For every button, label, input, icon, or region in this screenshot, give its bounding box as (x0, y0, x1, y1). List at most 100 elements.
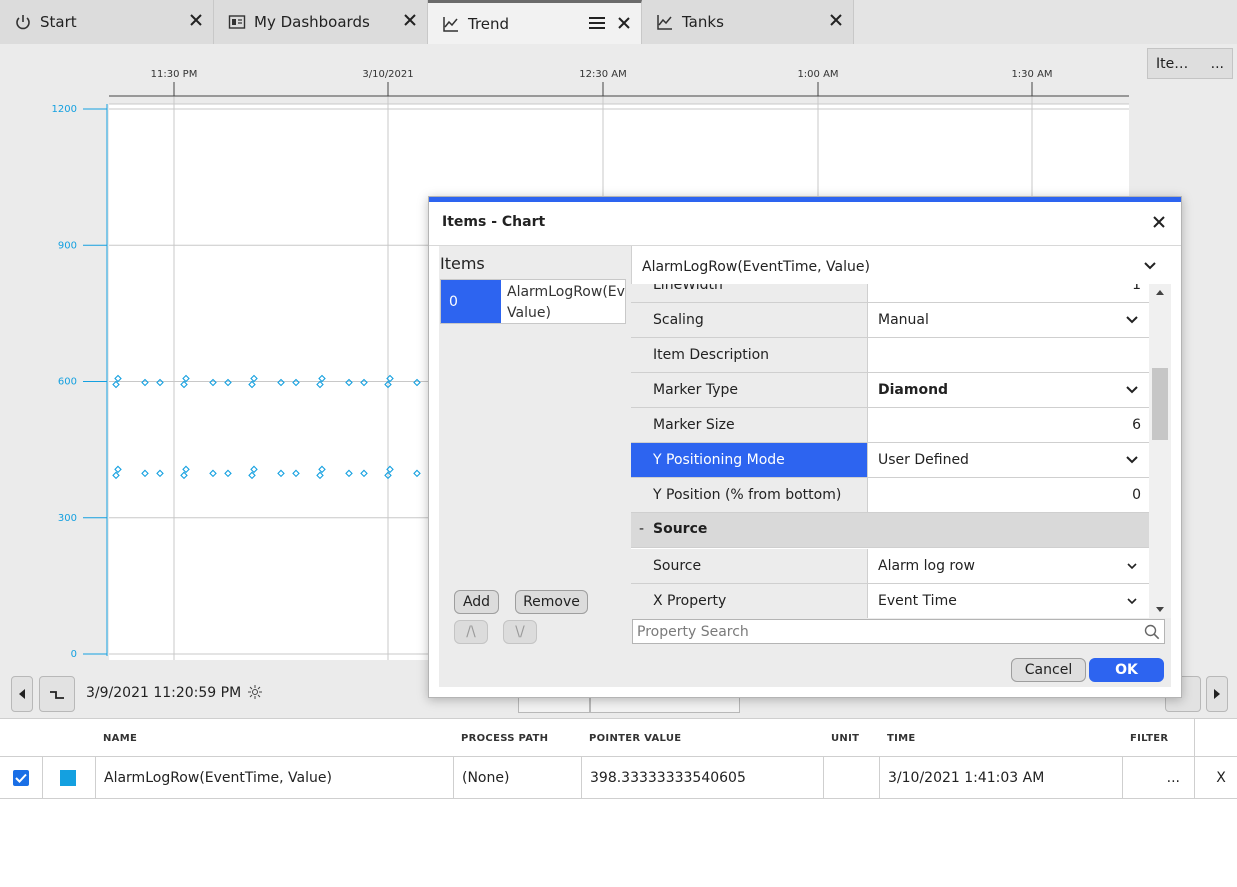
property-name: LineWidth (631, 284, 868, 302)
property-row[interactable]: X Property Event Time (631, 584, 1149, 618)
y-tick-label: 0 (71, 649, 77, 660)
col-unit[interactable]: UNIT (831, 733, 859, 744)
property-row[interactable]: LineWidth 1 (631, 284, 1149, 303)
close-icon[interactable] (827, 11, 845, 29)
scroll-up-icon[interactable] (1155, 288, 1165, 296)
cancel-button[interactable]: Cancel (1011, 658, 1086, 682)
property-name: Source (631, 549, 868, 583)
property-value: User Defined (878, 452, 969, 468)
property-value[interactable]: 0 (868, 478, 1149, 512)
scroll-right-button[interactable] (1206, 676, 1228, 712)
property-row-selected[interactable]: Y Positioning Mode User Defined (631, 443, 1149, 478)
sun-icon[interactable] (248, 685, 262, 699)
tab-start[interactable]: Start (0, 0, 214, 44)
chevron-down-icon (1127, 563, 1137, 570)
property-value: Diamond (878, 382, 949, 398)
items-chart-dialog: Items - Chart Items 0 AlarmLogRow(Ev Valu… (428, 196, 1182, 698)
property-value-select[interactable]: Manual (868, 303, 1149, 337)
col-process-path[interactable]: PROCESS PATH (461, 733, 548, 744)
caret-right-icon (1214, 689, 1220, 699)
add-button[interactable]: Add (454, 590, 499, 614)
remove-button[interactable]: Remove (515, 590, 588, 614)
y-tick-label: 1200 (52, 104, 77, 115)
x-axis: 11:30 PM 3/10/2021 12:30 AM 1:00 AM 1:30 AM (109, 69, 1129, 105)
row-process-path: (None) (454, 757, 582, 799)
x-tick-label: 3/10/2021 (362, 69, 413, 80)
tab-tanks[interactable]: Tanks (642, 0, 854, 44)
property-scrollbar[interactable] (1149, 284, 1171, 618)
move-down-button[interactable]: \/ (503, 620, 537, 644)
scroll-thumb[interactable] (1152, 368, 1168, 440)
series-color-swatch[interactable] (60, 770, 76, 786)
step-mode-button[interactable] (39, 676, 75, 712)
property-name: Marker Size (631, 408, 868, 442)
property-name: Item Description (631, 338, 868, 372)
property-value[interactable]: 1 (868, 284, 1149, 302)
row-pointer-value: 398.33333333540605 (582, 757, 824, 799)
property-value-select[interactable]: User Defined (868, 443, 1149, 477)
trend-icon (443, 16, 458, 32)
chevron-down-icon (1126, 386, 1138, 394)
close-icon[interactable] (615, 14, 633, 32)
color-cell[interactable] (43, 757, 96, 799)
chevron-down-icon (1127, 598, 1137, 605)
col-time[interactable]: TIME (887, 733, 916, 744)
section-toggle[interactable]: - (639, 521, 644, 537)
ok-button[interactable]: OK (1089, 658, 1164, 682)
property-value: Event Time (878, 593, 957, 609)
property-value-select[interactable]: Diamond (868, 373, 1149, 407)
visible-checkbox[interactable] (13, 770, 29, 786)
property-value-select[interactable]: Event Time (868, 584, 1149, 618)
step-icon (50, 691, 64, 699)
row-name: AlarmLogRow(EventTime, Value) (96, 757, 454, 799)
tab-my-dashboards[interactable]: My Dashboards (214, 0, 428, 44)
close-icon[interactable] (187, 11, 205, 29)
item-name[interactable]: AlarmLogRow(Ev Value) (507, 282, 625, 324)
x-tick-label: 11:30 PM (151, 69, 198, 80)
property-name: Y Position (% from bottom) (631, 478, 868, 512)
item-index[interactable]: 0 (441, 280, 501, 323)
x-tick-label: 1:00 AM (797, 69, 838, 80)
property-row[interactable]: Y Position (% from bottom) 0 (631, 478, 1149, 513)
close-icon[interactable] (401, 11, 419, 29)
property-row[interactable]: Source Alarm log row (631, 549, 1149, 584)
row-unit (824, 757, 880, 799)
property-name: Marker Type (631, 373, 868, 407)
caret-left-icon (19, 689, 25, 699)
property-value[interactable] (868, 338, 1149, 372)
property-name: Y Positioning Mode (631, 443, 868, 477)
item-selector[interactable]: AlarmLogRow(EventTime, Value) (631, 246, 1171, 284)
col-name[interactable]: NAME (103, 733, 137, 744)
tab-bar: Start My Dashboards Trend Tanks (0, 0, 1237, 44)
move-up-button[interactable]: /\ (454, 620, 488, 644)
visible-checkbox-cell[interactable] (0, 757, 43, 799)
tab-label: Start (40, 13, 77, 31)
y-tick-label: 300 (58, 513, 77, 524)
search-icon[interactable] (1144, 624, 1160, 640)
property-search-input[interactable]: Property Search (632, 619, 1165, 644)
chevron-down-icon (1144, 262, 1156, 270)
property-value-select[interactable]: Alarm log row (868, 549, 1149, 583)
items-button-more: ... (1210, 55, 1224, 72)
property-row[interactable]: Marker Type Diamond (631, 373, 1149, 408)
chevron-down-icon (1126, 456, 1138, 464)
close-icon[interactable] (1151, 214, 1167, 230)
row-remove-button[interactable]: X (1195, 757, 1237, 799)
col-pointer-value[interactable]: POINTER VALUE (589, 733, 681, 744)
items-button[interactable]: Ite… ... (1147, 48, 1233, 79)
tab-trend[interactable]: Trend (428, 0, 642, 44)
hamburger-menu-icon[interactable] (589, 16, 605, 30)
table-row[interactable]: AlarmLogRow(EventTime, Value) (None) 398… (0, 757, 1237, 799)
row-time: 3/10/2021 1:41:03 AM (880, 757, 1123, 799)
col-filter[interactable]: FILTER (1130, 733, 1168, 744)
row-filter-button[interactable]: ... (1123, 757, 1195, 799)
scroll-left-button[interactable] (11, 676, 33, 712)
property-row[interactable]: Item Description (631, 338, 1149, 373)
scroll-down-icon[interactable] (1155, 606, 1165, 614)
x-tick-label: 1:30 AM (1011, 69, 1052, 80)
property-row[interactable]: Scaling Manual (631, 303, 1149, 338)
property-value[interactable]: 6 (868, 408, 1149, 442)
section-source[interactable]: - Source (631, 513, 1149, 548)
items-list[interactable]: 0 AlarmLogRow(Ev Value) (440, 279, 626, 324)
property-row[interactable]: Marker Size 6 (631, 408, 1149, 443)
